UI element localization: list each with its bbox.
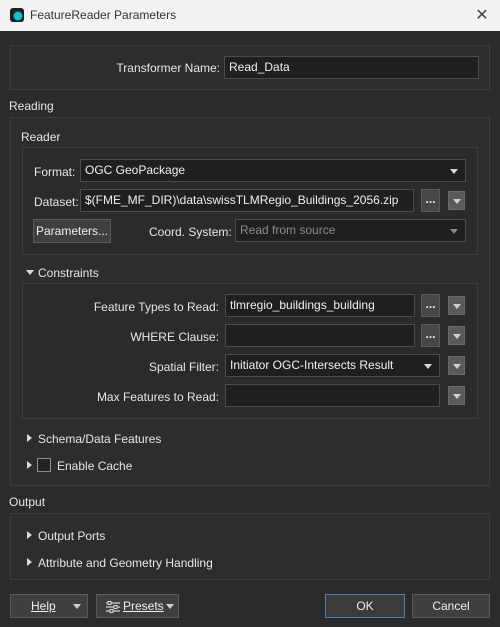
presets-label: Presets xyxy=(123,599,164,613)
output-ports-header[interactable]: Output Ports xyxy=(38,529,105,543)
window-title: FeatureReader Parameters xyxy=(30,8,177,22)
dataset-browse-button[interactable]: ... xyxy=(421,189,440,212)
coord-system-value: Read from source xyxy=(240,223,336,237)
feature-types-browse-button[interactable]: ... xyxy=(421,294,440,317)
coord-system-dropdown[interactable]: Read from source xyxy=(235,219,466,242)
parameters-button[interactable]: Parameters... xyxy=(33,219,111,243)
spatial-filter-dropdown[interactable]: Initiator OGC-Intersects Result xyxy=(225,354,440,377)
max-features-field[interactable] xyxy=(225,384,440,407)
feature-types-label: Feature Types to Read: xyxy=(93,300,219,314)
where-clause-label: WHERE Clause: xyxy=(130,330,219,344)
schema-data-features-header[interactable]: Schema/Data Features xyxy=(38,432,161,446)
presets-dropdown-icon xyxy=(166,604,174,609)
ok-button[interactable]: OK xyxy=(325,594,405,618)
enable-cache-checkbox[interactable] xyxy=(37,458,51,472)
where-clause-browse-button[interactable]: ... xyxy=(421,324,440,347)
help-button[interactable]: Help xyxy=(10,594,88,618)
attribute-geometry-header[interactable]: Attribute and Geometry Handling xyxy=(38,556,213,570)
fme-app-icon xyxy=(10,8,24,22)
expand-attr-geom-icon[interactable] xyxy=(27,558,32,566)
max-features-options-dropdown[interactable] xyxy=(448,386,465,405)
expand-cache-icon[interactable] xyxy=(27,461,32,469)
where-clause-options-dropdown[interactable] xyxy=(448,326,465,345)
format-label: Format: xyxy=(34,165,76,179)
help-label: Help xyxy=(31,599,56,613)
coord-system-label: Coord. System: xyxy=(149,225,232,239)
spatial-filter-label: Spatial Filter: xyxy=(148,360,219,374)
feature-types-field[interactable]: tlmregio_buildings_building xyxy=(225,294,415,317)
transformer-name-field[interactable]: Read_Data xyxy=(224,56,479,79)
spatial-filter-options-dropdown[interactable] xyxy=(448,356,465,375)
sliders-icon xyxy=(106,601,120,613)
dataset-field[interactable]: $(FME_MF_DIR)\data\swissTLMRegio_Buildin… xyxy=(80,189,414,212)
close-icon[interactable]: ✕ xyxy=(472,6,492,26)
feature-types-options-dropdown[interactable] xyxy=(448,296,465,315)
presets-button[interactable]: Presets xyxy=(96,594,179,618)
collapse-constraints-icon[interactable] xyxy=(26,270,34,275)
expand-schema-icon[interactable] xyxy=(27,434,32,442)
enable-cache-label: Enable Cache xyxy=(57,459,133,473)
reading-section-label: Reading xyxy=(9,99,54,113)
constraints-header[interactable]: Constraints xyxy=(38,266,99,280)
where-clause-field[interactable] xyxy=(225,324,415,347)
output-section-label: Output xyxy=(9,495,46,509)
help-dropdown-icon xyxy=(73,604,81,609)
format-dropdown[interactable]: OGC GeoPackage xyxy=(80,159,466,182)
spatial-filter-value: Initiator OGC-Intersects Result xyxy=(230,358,394,372)
max-features-label: Max Features to Read: xyxy=(96,390,219,404)
dataset-label: Dataset: xyxy=(34,195,79,209)
expand-output-ports-icon[interactable] xyxy=(27,531,32,539)
reader-group-label: Reader xyxy=(21,130,61,144)
cancel-button[interactable]: Cancel xyxy=(412,594,490,618)
transformer-name-label: Transformer Name: xyxy=(116,61,220,75)
dataset-options-dropdown[interactable] xyxy=(448,191,465,210)
format-value: OGC GeoPackage xyxy=(85,163,186,177)
